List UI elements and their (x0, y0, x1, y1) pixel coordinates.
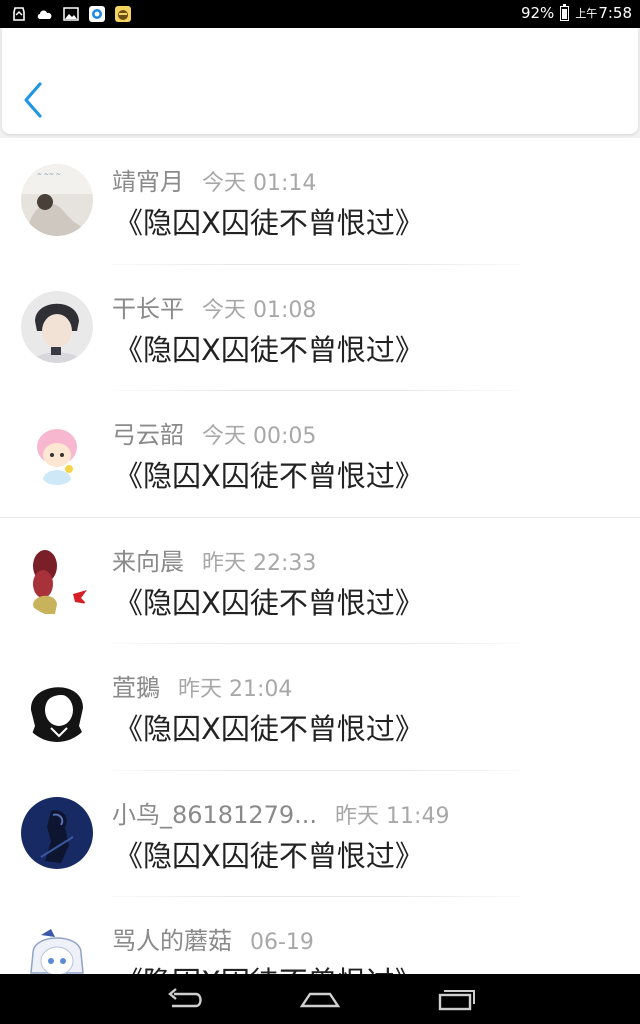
avatar-3 (21, 417, 93, 489)
avatar[interactable]: ~ ~~ ~ (21, 164, 93, 236)
avatar-6 (21, 796, 93, 869)
comment-text: 《隐囚X囚徒不曾恨过》 (114, 838, 424, 873)
image-icon (62, 5, 80, 22)
sync-icon (10, 5, 28, 22)
browser-icon (88, 5, 106, 22)
header (2, 28, 638, 134)
home-nav-icon (299, 992, 341, 1008)
navigation-bar (0, 974, 640, 1024)
list-item[interactable]: 干长平 今天 01:08 《隐囚X囚徒不曾恨过》 (0, 265, 640, 391)
home-nav-button[interactable] (296, 984, 344, 1014)
comment-list: ~ ~~ ~ 靖宵月 今天 01:14 《隐囚X囚徒不曾恨过》 干长平 今天 0… (0, 138, 640, 974)
list-item[interactable]: 来向晨 昨天 22:33 《隐囚X囚徒不曾恨过》 (0, 518, 640, 644)
avatar[interactable] (21, 796, 93, 869)
recents-nav-button[interactable] (432, 984, 480, 1014)
comment-text: 《隐囚X囚徒不曾恨过》 (114, 959, 424, 974)
comment-meta: 骂人的蘑菇 06-19 (112, 921, 314, 956)
notification-icons (10, 5, 132, 22)
user-name[interactable]: 萓鵝 (112, 668, 160, 703)
avatar-5 (21, 670, 93, 742)
recents-nav-icon (438, 990, 475, 1011)
user-name[interactable]: 干长平 (112, 289, 184, 324)
comment-meta: 干长平 今天 01:08 (112, 289, 316, 324)
avatar-2 (21, 290, 93, 363)
comment-meta: 来向晨 昨天 22:33 (112, 542, 316, 577)
avatar[interactable] (21, 543, 93, 616)
status-bar: 92% 上午 7:58 (0, 0, 640, 28)
comment-time: 今天 01:14 (202, 171, 317, 196)
avatar[interactable] (21, 417, 93, 489)
user-name[interactable]: 靖宵月 (112, 162, 184, 197)
comment-meta: 靖宵月 今天 01:14 (112, 162, 316, 197)
comment-time: 今天 00:05 (202, 424, 317, 449)
avatar[interactable] (21, 670, 93, 742)
avatar-1: ~ ~~ ~ (21, 164, 93, 236)
comment-time: 今天 01:08 (202, 297, 317, 323)
comment-text: 《隐囚X囚徒不曾恨过》 (114, 459, 424, 493)
comment-meta: 弓云韶 今天 00:05 (112, 415, 316, 450)
app-icon (114, 5, 132, 22)
avatar-4 (21, 543, 93, 616)
cloud-icon (36, 5, 54, 22)
list-item[interactable]: 弓云韶 今天 00:05 《隐囚X囚徒不曾恨过》 (0, 391, 640, 518)
avatar[interactable] (21, 923, 93, 974)
comment-time: 昨天 21:04 (178, 677, 293, 702)
svg-text:~ ~~ ~: ~ ~~ ~ (37, 171, 61, 178)
ampm-label: 上午 (575, 7, 598, 20)
comment-time: 昨天 22:33 (202, 550, 317, 576)
chevron-left-icon (24, 82, 42, 118)
avatar-7 (21, 923, 93, 974)
user-name[interactable]: 骂人的蘑菇 (112, 921, 232, 956)
user-name[interactable]: 弓云韶 (112, 415, 184, 450)
list-item[interactable]: ~ ~~ ~ 靖宵月 今天 01:14 《隐囚X囚徒不曾恨过》 (0, 138, 640, 265)
comment-time: 06-19 (250, 930, 314, 955)
clock: 7:58 (598, 4, 632, 22)
battery-icon (560, 3, 570, 21)
comment-text: 《隐囚X囚徒不曾恨过》 (114, 332, 424, 367)
back-button[interactable] (18, 80, 48, 120)
battery-percent: 92% (520, 4, 555, 22)
comment-text: 《隐囚X囚徒不曾恨过》 (114, 206, 424, 240)
user-name[interactable]: 来向晨 (112, 542, 184, 577)
list-item[interactable]: 骂人的蘑菇 06-19 《隐囚X囚徒不曾恨过》 (0, 897, 640, 974)
list-item[interactable]: 小鸟_86181279... 昨天 11:49 《隐囚X囚徒不曾恨过》 (0, 771, 640, 897)
back-nav-button[interactable] (160, 984, 208, 1014)
user-name[interactable]: 小鸟_86181279... (112, 795, 317, 830)
comment-time: 昨天 11:49 (335, 803, 450, 829)
comment-text: 《隐囚X囚徒不曾恨过》 (114, 712, 424, 746)
comment-text: 《隐囚X囚徒不曾恨过》 (114, 585, 424, 620)
status-info: 92% 上午 7:58 (520, 3, 632, 22)
list-item[interactable]: 萓鵝 昨天 21:04 《隐囚X囚徒不曾恨过》 (0, 644, 640, 771)
avatar[interactable] (21, 290, 93, 363)
comment-meta: 萓鵝 昨天 21:04 (112, 668, 292, 703)
comment-meta: 小鸟_86181279... 昨天 11:49 (112, 795, 449, 830)
back-nav-icon (168, 988, 202, 1008)
